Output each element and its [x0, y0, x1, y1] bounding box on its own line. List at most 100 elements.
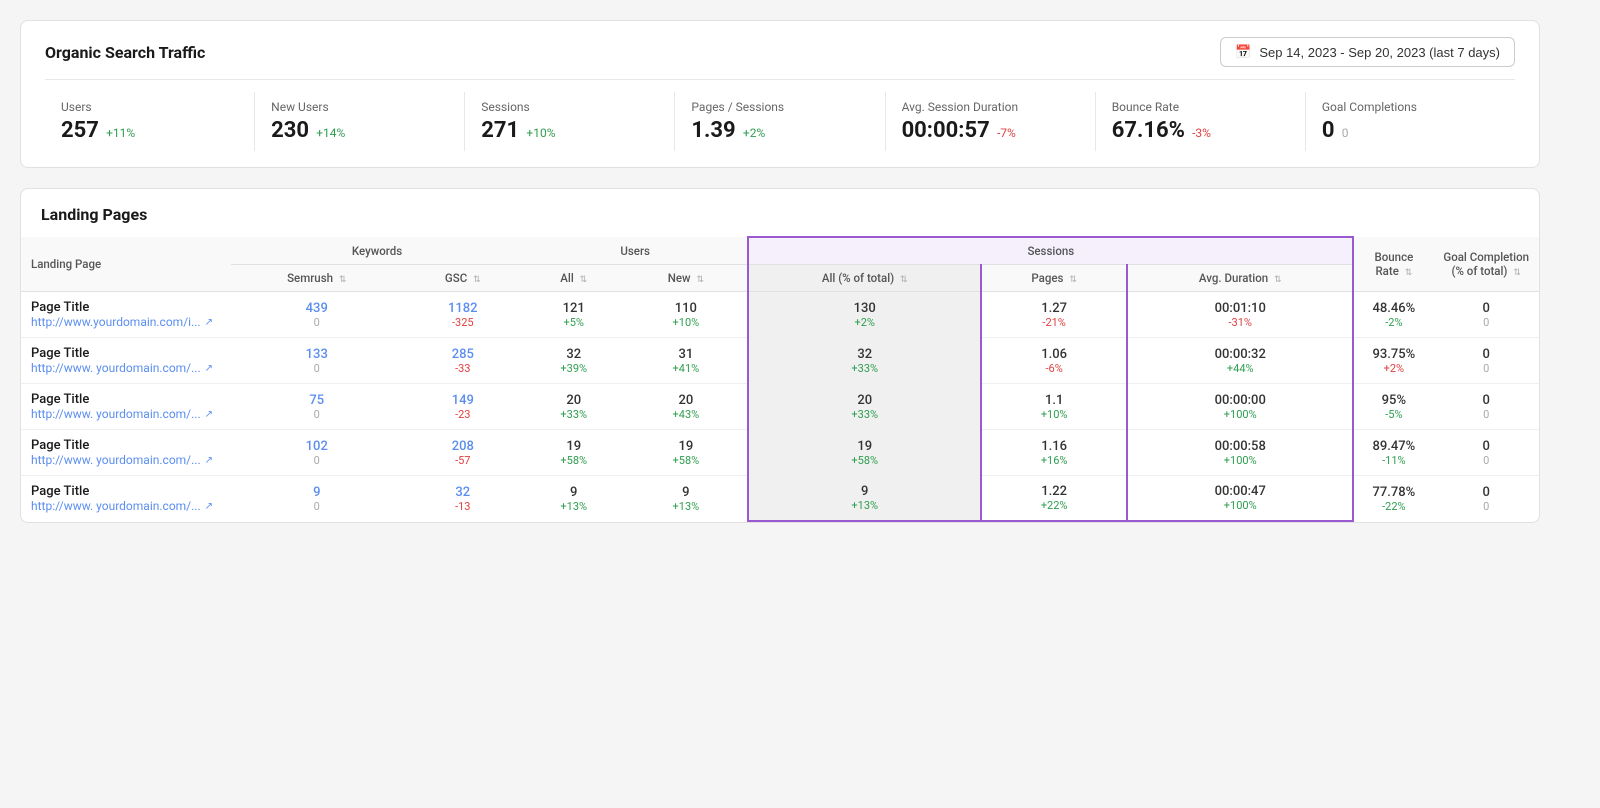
col-goal-completion: Goal Completion (% of total) ⇅	[1433, 237, 1539, 292]
sort-sess-avg[interactable]: ⇅	[1274, 275, 1282, 285]
metric-value-3: 1.39	[691, 118, 735, 143]
cell-users-all-0: 121 +5%	[523, 292, 624, 338]
cell-users-new-2: 20 +43%	[624, 384, 748, 430]
sort-icon-goal[interactable]: ⇅	[1513, 268, 1521, 278]
cell-sess-all-3: 19 +58%	[748, 430, 981, 476]
cell-users-all-2: 20 +33%	[523, 384, 624, 430]
metric-label-6: Goal Completions	[1322, 100, 1499, 114]
sort-users-new[interactable]: ⇅	[696, 275, 704, 285]
date-range-button[interactable]: 📅 Sep 14, 2023 - Sep 20, 2023 (last 7 da…	[1220, 37, 1515, 67]
sort-gsc[interactable]: ⇅	[473, 275, 481, 285]
cell-sess-pages-3: 1.16 +16%	[981, 430, 1127, 476]
col-sess-pages: Pages ⇅	[981, 265, 1127, 292]
col-users-new: New ⇅	[624, 265, 748, 292]
cell-sess-avg-3: 00:00:58 +100%	[1127, 430, 1353, 476]
col-bounce-rate: Bounce Rate ⇅	[1353, 237, 1433, 292]
cell-bounce-0: 48.46% -2%	[1353, 292, 1433, 338]
cell-users-all-1: 32 +39%	[523, 338, 624, 384]
col-sess-avg-dur: Avg. Duration ⇅	[1127, 265, 1353, 292]
cell-semrush-3: 102 0	[231, 430, 403, 476]
metric-label-0: Users	[61, 100, 238, 114]
metric-value-5: 67.16%	[1112, 118, 1185, 143]
cell-gsc-3: 208 -57	[403, 430, 523, 476]
external-link-icon: ↗	[205, 317, 213, 328]
page-title-1: Page Title	[31, 346, 221, 361]
metrics-row: Users 257 +11% New Users 230 +14% Sessio…	[45, 79, 1515, 151]
cell-semrush-1: 133 0	[231, 338, 403, 384]
cell-sess-pages-4: 1.22 +22%	[981, 476, 1127, 522]
sort-sess-pages[interactable]: ⇅	[1069, 275, 1077, 285]
cell-users-new-1: 31 +41%	[624, 338, 748, 384]
cell-users-all-3: 19 +58%	[523, 430, 624, 476]
date-range-label: Sep 14, 2023 - Sep 20, 2023 (last 7 days…	[1259, 45, 1500, 60]
cell-sess-all-0: 130 +2%	[748, 292, 981, 338]
col-semrush: Semrush ⇅	[231, 265, 403, 292]
landing-pages-title: Landing Pages	[21, 205, 1539, 236]
metric-value-4: 00:00:57	[902, 118, 990, 143]
table-row: Page Title http://www. yourdomain.com/..…	[21, 430, 1539, 476]
cell-sess-pages-0: 1.27 -21%	[981, 292, 1127, 338]
cell-bounce-4: 77.78% -22%	[1353, 476, 1433, 522]
cell-users-new-3: 19 +58%	[624, 430, 748, 476]
table-row: Page Title http://www. yourdomain.com/..…	[21, 476, 1539, 522]
page-url-4[interactable]: http://www. yourdomain.com/... ↗	[31, 499, 221, 513]
metric-item-2: Sessions 271 +10%	[465, 92, 675, 151]
col-group-users: Users	[523, 237, 748, 265]
cell-sess-all-4: 9 +13%	[748, 476, 981, 522]
cell-semrush-2: 75 0	[231, 384, 403, 430]
metric-change-4: -7%	[997, 126, 1016, 140]
metric-label-1: New Users	[271, 100, 448, 114]
cell-bounce-1: 93.75% +2%	[1353, 338, 1433, 384]
summary-card: Organic Search Traffic 📅 Sep 14, 2023 - …	[20, 20, 1540, 168]
sort-icon-bounce[interactable]: ⇅	[1405, 268, 1413, 278]
cell-gsc-2: 149 -23	[403, 384, 523, 430]
cell-goal-3: 0 0	[1433, 430, 1539, 476]
page-title-3: Page Title	[31, 438, 221, 453]
metric-value-row-1: 230 +14%	[271, 118, 448, 143]
cell-page-4: Page Title http://www. yourdomain.com/..…	[21, 476, 231, 522]
external-link-icon: ↗	[205, 501, 213, 512]
cell-gsc-1: 285 -33	[403, 338, 523, 384]
page-url-3[interactable]: http://www. yourdomain.com/... ↗	[31, 453, 221, 467]
metric-change-3: +2%	[743, 126, 765, 140]
cell-semrush-4: 9 0	[231, 476, 403, 522]
cell-sess-pages-2: 1.1 +10%	[981, 384, 1127, 430]
cell-sess-avg-2: 00:00:00 +100%	[1127, 384, 1353, 430]
cell-sess-all-1: 32 +33%	[748, 338, 981, 384]
external-link-icon: ↗	[205, 455, 213, 466]
sort-sess-all[interactable]: ⇅	[900, 275, 908, 285]
summary-header: Organic Search Traffic 📅 Sep 14, 2023 - …	[45, 37, 1515, 67]
column-group-header: Landing Page Keywords Users Sessions Bou…	[21, 237, 1539, 265]
calendar-icon: 📅	[1235, 44, 1251, 60]
cell-page-1: Page Title http://www. yourdomain.com/..…	[21, 338, 231, 384]
metric-value-row-3: 1.39 +2%	[691, 118, 868, 143]
cell-sess-all-2: 20 +33%	[748, 384, 981, 430]
cell-sess-avg-0: 00:01:10 -31%	[1127, 292, 1353, 338]
metric-change-1: +14%	[316, 126, 345, 140]
sort-users-all[interactable]: ⇅	[580, 275, 588, 285]
cell-goal-1: 0 0	[1433, 338, 1539, 384]
metric-item-0: Users 257 +11%	[45, 92, 255, 151]
metric-item-3: Pages / Sessions 1.39 +2%	[675, 92, 885, 151]
cell-page-2: Page Title http://www. yourdomain.com/..…	[21, 384, 231, 430]
col-sess-all-pct: All (% of total) ⇅	[748, 265, 981, 292]
metric-change-5: -3%	[1192, 126, 1211, 140]
metric-item-6: Goal Completions 0 0	[1306, 92, 1515, 151]
col-users-all: All ⇅	[523, 265, 624, 292]
page-url-2[interactable]: http://www. yourdomain.com/... ↗	[31, 407, 221, 421]
external-link-icon: ↗	[205, 363, 213, 374]
page-url-1[interactable]: http://www. yourdomain.com/... ↗	[31, 361, 221, 375]
metric-label-4: Avg. Session Duration	[902, 100, 1079, 114]
cell-page-0: Page Title http://www.yourdomain.com/i..…	[21, 292, 231, 338]
table-body: Page Title http://www.yourdomain.com/i..…	[21, 292, 1539, 522]
cell-bounce-2: 95% -5%	[1353, 384, 1433, 430]
metric-value-2: 271	[481, 118, 519, 143]
page-url-0[interactable]: http://www.yourdomain.com/i... ↗	[31, 315, 221, 329]
metric-value-0: 257	[61, 118, 99, 143]
metric-label-5: Bounce Rate	[1112, 100, 1289, 114]
table-row: Page Title http://www. yourdomain.com/..…	[21, 338, 1539, 384]
page-title-0: Page Title	[31, 300, 221, 315]
column-sub-header: Semrush ⇅ GSC ⇅ All ⇅ New ⇅	[21, 265, 1539, 292]
table-row: Page Title http://www. yourdomain.com/..…	[21, 384, 1539, 430]
sort-semrush[interactable]: ⇅	[339, 275, 347, 285]
